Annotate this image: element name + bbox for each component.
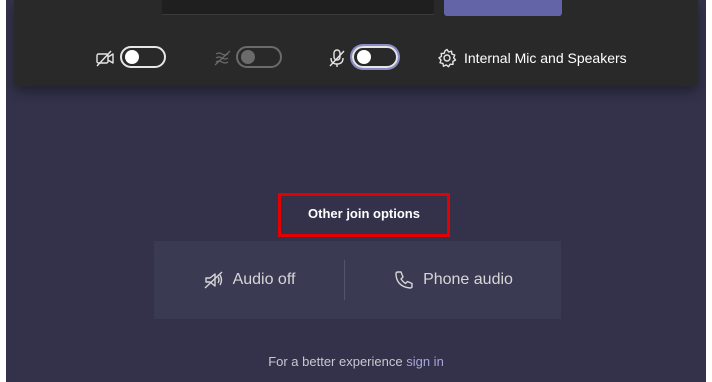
- speaker-off-icon: [204, 271, 223, 289]
- sign-in-link[interactable]: sign in: [406, 354, 444, 369]
- prejoin-panel: Internal Mic and Speakers: [14, 0, 698, 86]
- camera-off-icon: [96, 50, 114, 67]
- camera-toggle[interactable]: [120, 46, 166, 68]
- audio-off-label: Audio off: [232, 271, 296, 288]
- mic-off-icon: [329, 49, 345, 67]
- sign-in-prompt: For a better experience sign in: [6, 354, 706, 369]
- av-controls-row: Internal Mic and Speakers: [14, 42, 698, 74]
- phone-audio-label: Phone audio: [423, 271, 513, 288]
- background-blur-toggle-knob: [241, 50, 255, 64]
- other-join-options-label: Other join options: [308, 206, 420, 221]
- gear-icon[interactable]: [436, 47, 458, 69]
- name-input[interactable]: [162, 0, 434, 15]
- join-options-bar: Audio off Phone audio: [154, 241, 561, 319]
- background-blur-toggle[interactable]: [236, 46, 282, 68]
- join-now-button[interactable]: [444, 0, 562, 16]
- mic-toggle[interactable]: [352, 46, 398, 68]
- phone-audio-button[interactable]: Phone audio: [345, 241, 561, 319]
- device-settings-label[interactable]: Internal Mic and Speakers: [464, 50, 627, 66]
- camera-toggle-knob: [125, 50, 139, 64]
- phone-icon: [395, 271, 413, 289]
- background-blur-icon: [214, 50, 231, 66]
- other-join-options-highlight: Other join options: [278, 193, 450, 237]
- prejoin-screen: Internal Mic and Speakers Other join opt…: [6, 0, 706, 382]
- sign-in-prompt-text: For a better experience: [268, 354, 403, 369]
- audio-off-button[interactable]: Audio off: [154, 241, 344, 319]
- mic-toggle-knob: [357, 50, 371, 64]
